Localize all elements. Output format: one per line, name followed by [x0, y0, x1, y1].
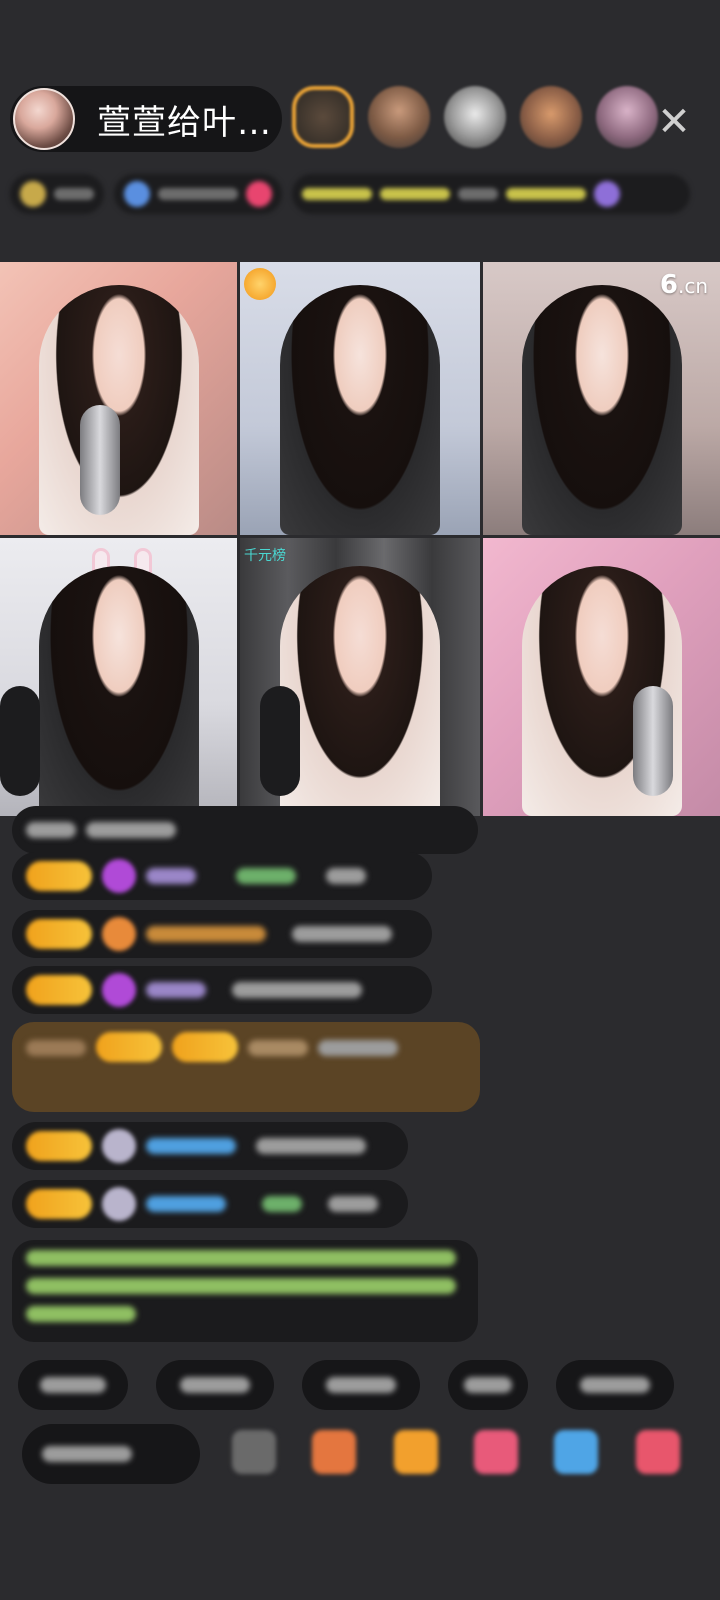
viewer-avatar[interactable] [292, 86, 354, 148]
room-info-strip [10, 170, 690, 218]
microphone [633, 686, 673, 796]
gift-icon[interactable] [636, 1430, 680, 1474]
notice-text [380, 188, 450, 200]
activity-icon[interactable] [554, 1430, 598, 1474]
chat-message[interactable] [12, 852, 432, 900]
level-badge [26, 975, 92, 1005]
message-icon[interactable] [232, 1430, 276, 1474]
microphone [80, 405, 120, 515]
chat-message[interactable] [12, 910, 432, 958]
game-icon[interactable] [474, 1430, 518, 1474]
streamer-tile[interactable] [483, 538, 720, 816]
viewer-avatar[interactable] [520, 86, 582, 148]
viewer-avatar-list [292, 86, 658, 148]
quick-reply-chip[interactable] [448, 1360, 528, 1410]
rank-tag: 千元榜 [244, 548, 286, 564]
streamer-tile[interactable]: 6.cn [483, 262, 720, 535]
streamer-video [38, 566, 199, 816]
chat-message[interactable] [12, 806, 478, 854]
viewer-avatar[interactable] [368, 86, 430, 148]
popularity-icon [124, 181, 150, 207]
weather-icon [244, 268, 276, 300]
microphone [260, 686, 300, 796]
notice-icon [594, 181, 620, 207]
notice-chip[interactable] [292, 174, 690, 214]
microphone [0, 686, 40, 796]
video-grid: 6.cn 千元榜 [0, 262, 720, 816]
diamond-icon [102, 973, 136, 1007]
level-badge [26, 919, 92, 949]
close-icon[interactable]: ✕ [652, 100, 696, 144]
level-badge [26, 1189, 92, 1219]
host-info-pill[interactable]: 萱萱给叶… [10, 86, 282, 152]
streamer-tile[interactable] [0, 538, 237, 816]
popularity-chip[interactable] [114, 174, 282, 214]
streamer-video [280, 566, 440, 816]
notice-text [458, 188, 498, 200]
streamer-tile[interactable]: 千元榜 [240, 538, 480, 816]
diamond-icon [102, 859, 136, 893]
badge-icon [102, 1187, 136, 1221]
rank-text [54, 188, 94, 200]
treasure-icon[interactable] [394, 1430, 438, 1474]
streamer-tile[interactable] [240, 262, 480, 535]
notice-text [302, 188, 372, 200]
heart-icon [246, 181, 272, 207]
host-name: 萱萱给叶… [97, 102, 272, 143]
quick-reply-chip[interactable] [556, 1360, 674, 1410]
level-badge [96, 1032, 162, 1062]
chat-message[interactable] [12, 1180, 408, 1228]
streamer-tile[interactable] [0, 262, 237, 535]
rank-chip[interactable] [10, 174, 104, 214]
quick-reply-chip[interactable] [156, 1360, 274, 1410]
viewer-avatar[interactable] [444, 86, 506, 148]
badge-icon [102, 917, 136, 951]
rank-icon [20, 181, 46, 207]
chat-message[interactable] [12, 1122, 408, 1170]
level-badge [172, 1032, 238, 1062]
chat-message-highlighted[interactable] [12, 1022, 480, 1112]
chat-input[interactable] [22, 1424, 200, 1484]
gift-box-icon[interactable] [312, 1430, 356, 1474]
brand-logo: 6.cn [659, 270, 708, 300]
chat-message[interactable] [12, 966, 432, 1014]
bottom-toolbar [22, 1424, 712, 1488]
level-badge [26, 861, 92, 891]
notice-text [506, 188, 586, 200]
quick-reply-chip[interactable] [18, 1360, 128, 1410]
quick-reply-list [18, 1360, 674, 1410]
badge-icon [102, 1129, 136, 1163]
host-avatar[interactable] [13, 88, 75, 150]
viewer-avatar[interactable] [596, 86, 658, 148]
streamer-video [521, 285, 682, 535]
popularity-text [158, 188, 238, 200]
quick-reply-chip[interactable] [302, 1360, 420, 1410]
system-message[interactable] [12, 1240, 478, 1342]
streamer-video [280, 285, 440, 535]
level-badge [26, 1131, 92, 1161]
